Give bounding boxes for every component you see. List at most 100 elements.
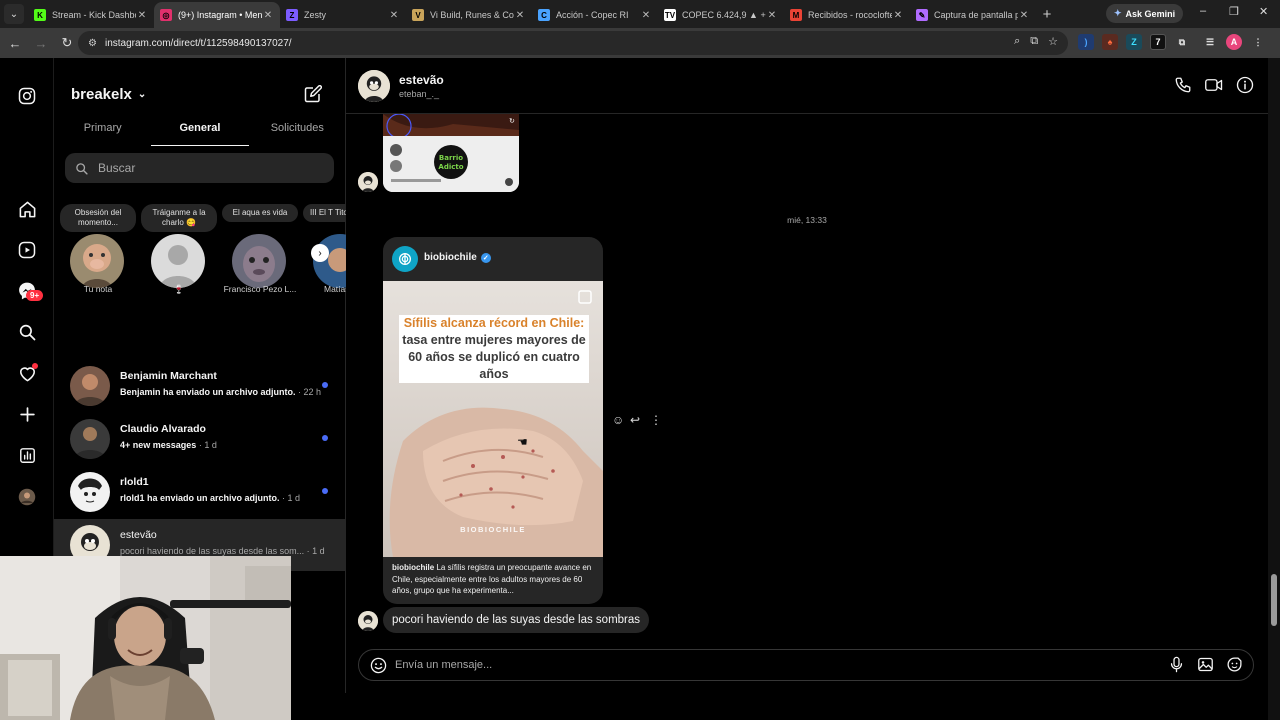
install-app-icon[interactable]: ⧉ bbox=[1030, 35, 1038, 48]
reply-icon[interactable]: ↩ bbox=[630, 413, 640, 427]
home-icon[interactable] bbox=[16, 198, 38, 220]
conversation-row[interactable]: rlold1 rlold1 ha enviado un archivo adju… bbox=[54, 466, 346, 518]
note-name: Matías C bbox=[323, 284, 346, 294]
maximize-icon[interactable]: ❐ bbox=[1229, 5, 1239, 18]
reels-icon[interactable] bbox=[16, 239, 38, 261]
microphone-icon[interactable] bbox=[1168, 656, 1185, 678]
forward-icon[interactable]: → bbox=[30, 36, 52, 51]
minimize-icon[interactable]: – bbox=[1200, 5, 1206, 17]
instagram-logo-icon[interactable] bbox=[16, 85, 38, 107]
shared-post-header[interactable]: biobiochile ✓ bbox=[383, 237, 603, 281]
profile-avatar-icon[interactable]: A bbox=[1226, 34, 1242, 50]
more-options-icon[interactable]: ⋮ bbox=[650, 413, 662, 427]
browser-tab[interactable]: K Stream - Kick Dashboa ✕ bbox=[28, 2, 154, 28]
tab-general[interactable]: General bbox=[151, 120, 249, 146]
tab-close-icon[interactable]: ✕ bbox=[766, 10, 778, 21]
tab-close-icon[interactable]: ✕ bbox=[388, 10, 400, 21]
browser-tab[interactable]: C Acción - Copec RI ✕ bbox=[532, 2, 658, 28]
avatar bbox=[70, 419, 110, 459]
tab-favicon-icon: V bbox=[412, 9, 424, 21]
extension-1-icon[interactable]: ) bbox=[1078, 34, 1094, 50]
chat-header: estevão eteban_._ bbox=[346, 58, 1268, 114]
close-window-icon[interactable]: ✕ bbox=[1259, 5, 1268, 18]
caption-user: biobiochile bbox=[392, 563, 435, 572]
page-scrollbar[interactable] bbox=[1268, 58, 1280, 720]
reload-icon[interactable]: ↻ bbox=[56, 35, 78, 51]
url-text: instagram.com/direct/t/112598490137027/ bbox=[104, 37, 292, 49]
conversation-preview: pocori haviendo de las suyas desde las s… bbox=[120, 546, 325, 556]
info-icon[interactable] bbox=[1236, 76, 1254, 99]
chat-name[interactable]: estevão bbox=[399, 73, 444, 87]
audio-call-icon[interactable] bbox=[1174, 76, 1192, 99]
shared-post-caption: biobiochile La sífilis registra un preoc… bbox=[392, 562, 597, 597]
tab-close-icon[interactable]: ✕ bbox=[640, 10, 652, 21]
sticker-icon[interactable] bbox=[1226, 656, 1243, 678]
shared-post-image[interactable]: Sífilis alcanza récord en Chile: tasa en… bbox=[383, 281, 603, 557]
video-call-icon[interactable] bbox=[1204, 76, 1224, 99]
message-composer[interactable]: Envía un mensaje... bbox=[358, 649, 1254, 681]
new-tab-button[interactable]: + bbox=[1036, 6, 1058, 23]
notifications-dot bbox=[32, 363, 38, 369]
extension-3-icon[interactable]: Z bbox=[1126, 34, 1142, 50]
text-message-bubble[interactable]: pocori haviendo de las suyas desde las s… bbox=[383, 607, 650, 633]
tab-title: Stream - Kick Dashboa bbox=[52, 10, 136, 20]
tab-close-icon[interactable]: ✕ bbox=[514, 10, 526, 21]
emoji-picker-icon[interactable] bbox=[370, 657, 387, 679]
browser-tab[interactable]: Z Zesty ✕ bbox=[280, 2, 406, 28]
tab-close-icon[interactable]: ✕ bbox=[262, 10, 274, 21]
chat-username: eteban_._ bbox=[399, 89, 440, 99]
extension-2-icon[interactable]: ♠ bbox=[1102, 34, 1118, 50]
zoom-icon[interactable]: ⌕ bbox=[1014, 35, 1020, 48]
conversation-time: · 1 d bbox=[306, 546, 325, 556]
dashboard-icon[interactable] bbox=[16, 444, 38, 466]
image-upload-icon[interactable] bbox=[1197, 656, 1214, 678]
search-placeholder: Buscar bbox=[98, 161, 136, 175]
svg-text:Barrio: Barrio bbox=[439, 154, 463, 162]
bookmark-star-icon[interactable]: ☆ bbox=[1048, 35, 1058, 48]
browser-menu-icon[interactable]: ⋮ bbox=[1250, 34, 1266, 50]
tab-close-icon[interactable]: ✕ bbox=[1018, 10, 1030, 21]
tab-search-button[interactable]: ⌄ bbox=[4, 4, 24, 24]
address-bar[interactable]: ⚙ instagram.com/direct/t/112598490137027… bbox=[78, 31, 1068, 55]
tab-close-icon[interactable]: ✕ bbox=[136, 10, 148, 21]
back-icon[interactable]: ← bbox=[4, 36, 26, 51]
chat-avatar[interactable] bbox=[358, 70, 390, 102]
extensions-puzzle-icon[interactable]: ⧉ bbox=[1174, 34, 1190, 50]
notes-next-arrow-icon[interactable]: › bbox=[311, 244, 329, 262]
react-emoji-icon[interactable]: ☺ bbox=[612, 413, 624, 427]
site-info-icon[interactable]: ⚙ bbox=[88, 38, 97, 49]
browser-tab[interactable]: ✎ Captura de pantalla p ✕ bbox=[910, 2, 1036, 28]
conversation-row[interactable]: Benjamin Marchant Benjamin ha enviado un… bbox=[54, 360, 346, 412]
account-switcher[interactable]: breakelx ⌄ bbox=[71, 86, 146, 103]
tab-favicon-icon: ◎ bbox=[160, 9, 172, 21]
previous-media-message[interactable]: ↻ Barrio Adicto bbox=[383, 114, 519, 192]
conversation-name: estevão bbox=[120, 529, 157, 541]
sender-avatar[interactable] bbox=[358, 172, 378, 192]
ask-gemini-button[interactable]: ✦ Ask Gemini bbox=[1106, 4, 1184, 23]
post-headline: Sífilis alcanza récord en Chile: tasa en… bbox=[399, 315, 589, 383]
conversation-row[interactable]: Claudio Alvarado 4+ new messages · 1 d bbox=[54, 413, 346, 465]
browser-tab[interactable]: TV COPEC 6.424,9 ▲ +3.2✕ bbox=[658, 2, 784, 28]
account-name: breakelx bbox=[71, 86, 132, 103]
browser-tab[interactable]: M Recibidos - rococlofte ✕ bbox=[784, 2, 910, 28]
browser-tab[interactable]: V Vi Build, Runes & Coun✕ bbox=[406, 2, 532, 28]
shared-post-card[interactable]: biobiochile ✓ Sífilis alcanza récord en … bbox=[383, 237, 603, 604]
extension-4-icon[interactable]: 7 bbox=[1150, 34, 1166, 50]
tab-close-icon[interactable]: ✕ bbox=[892, 10, 904, 21]
scrollbar-thumb[interactable] bbox=[1271, 574, 1277, 626]
browser-tab[interactable]: ◎ (9+) Instagram • Mens ✕ bbox=[154, 2, 280, 28]
tab-favicon-icon: ✎ bbox=[916, 9, 928, 21]
search-nav-icon[interactable] bbox=[16, 321, 38, 343]
tab-favicon-icon: C bbox=[538, 9, 550, 21]
avatar bbox=[70, 234, 124, 288]
new-message-icon[interactable] bbox=[304, 84, 323, 108]
note-bubble: Tráiganme a la charlo 😋 bbox=[141, 204, 217, 232]
search-input[interactable]: Buscar bbox=[65, 153, 334, 183]
tab-primary[interactable]: Primary bbox=[54, 120, 151, 146]
svg-text:Adicto: Adicto bbox=[438, 163, 463, 171]
sender-avatar[interactable] bbox=[358, 611, 378, 631]
tab-solicitudes[interactable]: Solicitudes bbox=[249, 120, 346, 146]
profile-avatar[interactable] bbox=[16, 486, 38, 508]
reading-list-icon[interactable]: ☰ bbox=[1202, 34, 1218, 50]
create-plus-icon[interactable] bbox=[16, 403, 38, 425]
